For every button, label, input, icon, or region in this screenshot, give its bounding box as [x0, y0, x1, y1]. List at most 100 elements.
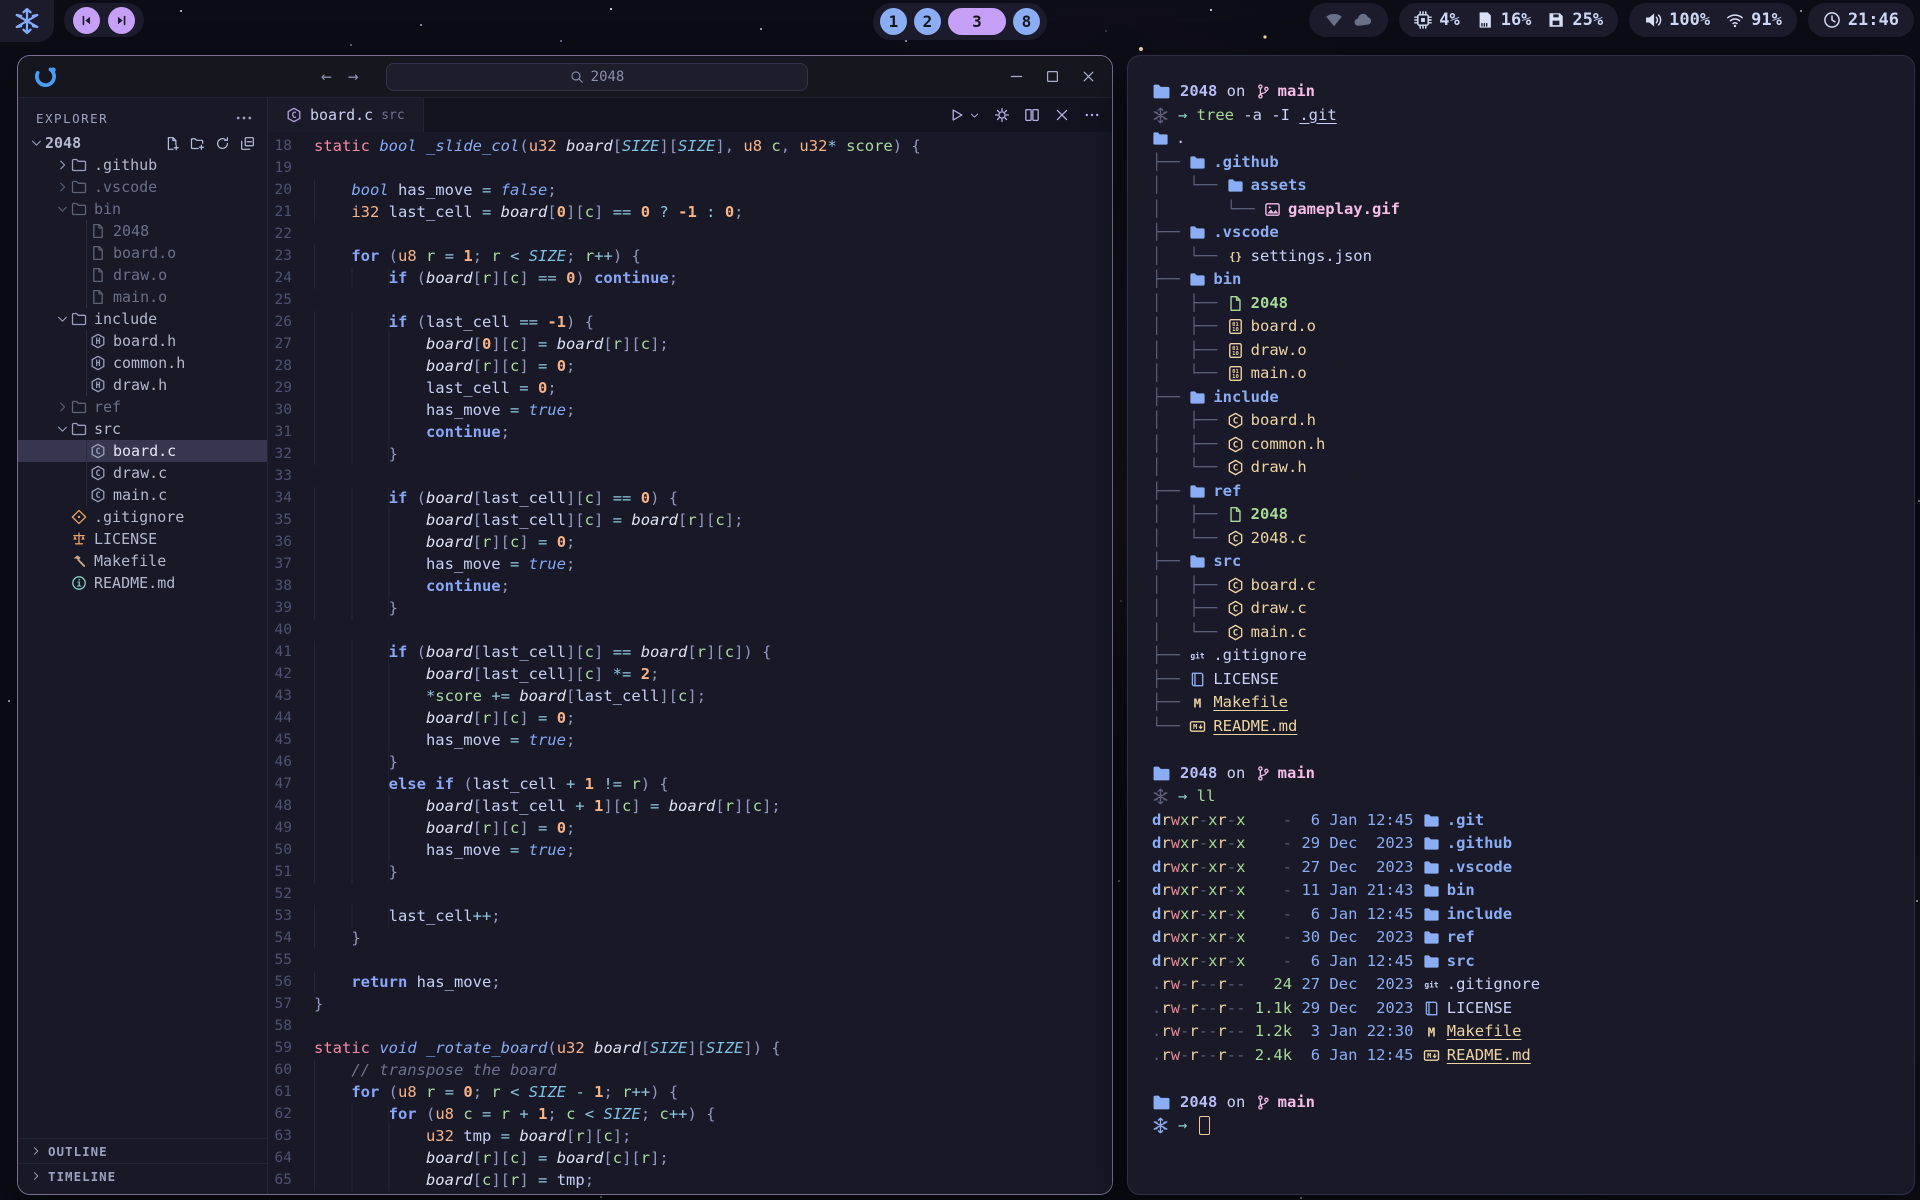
- binary-icon: 0110: [1227, 318, 1244, 335]
- svg-text:H: H: [95, 359, 100, 369]
- code-editor[interactable]: 18static bool _slide_col(u32 board[SIZE]…: [268, 132, 1112, 1194]
- nixos-launcher-button[interactable]: [0, 0, 54, 42]
- code-line-21: 21i32 last_cell = board[0][c] == 0 ? -1 …: [268, 201, 1112, 223]
- explorer-item-.vscode[interactable]: .vscode: [18, 176, 267, 198]
- code-line-31: 31continue;: [268, 421, 1112, 443]
- new-folder-icon[interactable]: [190, 136, 205, 151]
- indent: [314, 1103, 389, 1125]
- vscode-titlebar[interactable]: ← → 2048: [18, 56, 1112, 98]
- new-file-icon[interactable]: [165, 136, 180, 151]
- prompt-folder-icon: [1152, 1093, 1171, 1112]
- terminal-window[interactable]: 2048 on main→ tree -a -I .git.├── .githu…: [1127, 55, 1915, 1195]
- run-dropdown-chevron-icon[interactable]: [969, 110, 980, 121]
- explorer-item-main.o[interactable]: main.o: [18, 286, 267, 308]
- workspace-2[interactable]: 2: [914, 8, 941, 35]
- folder-o-icon: [71, 421, 87, 437]
- hexc-icon: C: [1227, 577, 1244, 594]
- code-line-63: 63u32 tmp = board[r][c];: [268, 1125, 1112, 1147]
- svg-text:i: i: [76, 578, 81, 589]
- workspace-1[interactable]: 1: [880, 8, 907, 35]
- collapse-folders-icon[interactable]: [240, 136, 255, 151]
- wifi-icon[interactable]: [1726, 11, 1744, 29]
- explorer-item-2048[interactable]: 2048: [18, 220, 267, 242]
- indent: [314, 399, 426, 421]
- tab-board-c[interactable]: C board.c src: [268, 98, 424, 132]
- explorer-item-LICENSE[interactable]: LICENSE: [18, 528, 267, 550]
- code-line-54: 54}: [268, 927, 1112, 949]
- indent: [314, 817, 426, 839]
- sidebar-panel-timeline[interactable]: TIMELINE: [18, 1163, 267, 1188]
- chevron-down-icon: [54, 202, 71, 216]
- terminal-cursor[interactable]: [1199, 1116, 1210, 1135]
- svg-text:C: C: [95, 447, 100, 457]
- weather-widget[interactable]: [1309, 3, 1388, 37]
- workspace-8[interactable]: 8: [1013, 8, 1040, 35]
- sidebar-panel-outline[interactable]: OUTLINE: [18, 1138, 267, 1163]
- maximize-button[interactable]: [1045, 69, 1060, 84]
- explorer-more-icon[interactable]: [235, 109, 253, 127]
- refresh-explorer-icon[interactable]: [215, 136, 230, 151]
- item-label: draw.h: [113, 376, 167, 394]
- explorer-item-draw.c[interactable]: Cdraw.c: [18, 462, 267, 484]
- tree-entry-.github: ├── .github: [1152, 151, 1914, 175]
- tree-entry-assets: │ └── assets: [1152, 174, 1914, 198]
- indent: [314, 839, 426, 861]
- more-actions-icon[interactable]: [1084, 107, 1100, 123]
- line-number: 43: [268, 685, 314, 707]
- workspace-3-active[interactable]: 3: [948, 8, 1006, 35]
- explorer-item-include[interactable]: include: [18, 308, 267, 330]
- minimize-button[interactable]: [1009, 69, 1024, 84]
- panel-label: OUTLINE: [48, 1144, 108, 1159]
- code-line-32: 32}: [268, 443, 1112, 465]
- ll-entry-ref: drwxr-xr-x - 30 Dec 2023 ref: [1152, 926, 1914, 950]
- split-editor-icon[interactable]: [1024, 107, 1040, 123]
- book-icon: [1423, 1000, 1440, 1017]
- hexc-icon: C: [1227, 436, 1244, 453]
- chevron-down-icon: [54, 312, 71, 326]
- code-line-55: 55: [268, 949, 1112, 971]
- indent-guide: [86, 374, 87, 396]
- book-icon: [1189, 671, 1206, 688]
- media-next-button[interactable]: [108, 7, 135, 34]
- explorer-item-draw.h[interactable]: Hdraw.h: [18, 374, 267, 396]
- history-forward-button[interactable]: →: [348, 66, 359, 87]
- clock-widget[interactable]: 21:46: [1808, 3, 1914, 37]
- close-button[interactable]: [1081, 69, 1096, 84]
- terminal-command-3: →: [1152, 1114, 1914, 1138]
- explorer-item-src[interactable]: src: [18, 418, 267, 440]
- explorer-item-bin[interactable]: bin: [18, 198, 267, 220]
- explorer-root-2048[interactable]: 2048: [18, 132, 267, 154]
- explorer-item-main.c[interactable]: Cmain.c: [18, 484, 267, 506]
- history-back-button[interactable]: ←: [321, 66, 332, 87]
- line-number: 32: [268, 443, 314, 465]
- volume-icon[interactable]: [1644, 11, 1662, 29]
- explorer-item-Makefile[interactable]: Makefile: [18, 550, 267, 572]
- explorer-item-ref[interactable]: ref: [18, 396, 267, 418]
- run-code-button[interactable]: [949, 107, 965, 123]
- workspace-switcher: 1238: [873, 3, 1047, 40]
- explorer-item-common.h[interactable]: Hcommon.h: [18, 352, 267, 374]
- system-stats: 4% 16% 25%: [1399, 3, 1618, 37]
- svg-text:C: C: [1232, 417, 1237, 427]
- svg-text:git: git: [1191, 651, 1206, 661]
- explorer-item-draw.o[interactable]: draw.o: [18, 264, 267, 286]
- line-number: 50: [268, 839, 314, 861]
- tab-label: board.c: [310, 106, 373, 124]
- svg-text:C: C: [1232, 464, 1237, 474]
- line-number: 52: [268, 883, 314, 905]
- explorer-item-board.o[interactable]: board.o: [18, 242, 267, 264]
- command-center-search[interactable]: 2048: [386, 63, 808, 91]
- explorer-item-.github[interactable]: .github: [18, 154, 267, 176]
- explorer-item-.gitignore[interactable]: .gitignore: [18, 506, 267, 528]
- explorer-item-README.md[interactable]: iREADME.md: [18, 572, 267, 594]
- image-icon: [1264, 201, 1281, 218]
- audio-network: 100% 91%: [1629, 3, 1797, 37]
- media-previous-button[interactable]: [73, 7, 100, 34]
- close-editor-icon[interactable]: [1054, 107, 1070, 123]
- explorer-item-board.h[interactable]: Hboard.h: [18, 330, 267, 352]
- explorer-item-board.c[interactable]: Cboard.c: [18, 440, 267, 462]
- settings-gear-icon[interactable]: [994, 107, 1010, 123]
- prompt-folder-icon: [1152, 764, 1171, 783]
- cpu-icon: [1414, 11, 1432, 29]
- hexh-icon: H: [90, 355, 106, 371]
